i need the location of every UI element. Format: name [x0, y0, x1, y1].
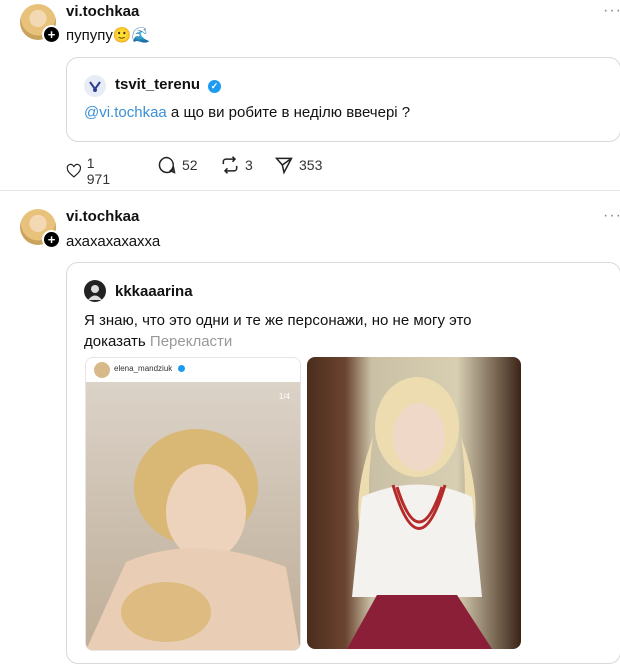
like-count: 1 971 [86, 155, 111, 187]
quoted-text: Я знаю, что это одни и те же персонажи, … [84, 310, 604, 352]
embedded-avatar [94, 362, 110, 378]
quoted-text-body: а що ви робите в неділю ввечері ? [166, 104, 411, 121]
heart-icon [66, 163, 82, 178]
share-button[interactable]: 353 [274, 155, 322, 175]
image-counter: 1/4 [278, 392, 290, 401]
repost-count: 3 [245, 157, 253, 173]
quoted-image-left[interactable]: elena_mandziuk 1/4 [85, 357, 301, 651]
post-text: ахахахахахха [66, 233, 161, 250]
quoted-text-line1: Я знаю, что это одни и те же персонажи, … [84, 312, 472, 329]
follow-plus-icon[interactable]: + [42, 230, 61, 249]
comment-count: 52 [182, 157, 198, 173]
repost-button[interactable]: 3 [220, 155, 253, 175]
quoted-image-right[interactable] [307, 357, 521, 649]
like-button[interactable]: 1 971 [66, 155, 114, 187]
verified-badge-icon: ✓ [208, 80, 221, 93]
avatar[interactable]: + [20, 209, 61, 249]
repost-icon [222, 156, 238, 174]
post-username[interactable]: vi.tochkaa [66, 3, 139, 20]
send-icon [274, 157, 293, 175]
portrait-photo [86, 382, 300, 650]
quoted-username[interactable]: tsvit_terenu [115, 76, 200, 93]
quoted-post[interactable]: tsvit_terenu ✓ @vi.tochkaa а що ви робит… [66, 57, 620, 142]
translate-link[interactable]: Перекласти [150, 333, 232, 350]
embedded-username: elena_mandziuk [114, 364, 173, 373]
post-divider [0, 190, 620, 191]
post-username[interactable]: vi.tochkaa [66, 208, 139, 225]
avatar[interactable]: + [20, 4, 61, 44]
comment-icon [158, 156, 176, 174]
quoted-text: @vi.tochkaa а що ви робите в неділю ввеч… [84, 102, 410, 123]
quoted-avatar[interactable] [84, 280, 106, 302]
comment-button[interactable]: 52 [157, 155, 198, 175]
quoted-post[interactable]: kkkaaarina Я знаю, что это одни и те же … [66, 262, 620, 664]
quoted-text-line2: доказать [84, 333, 146, 350]
more-options-icon[interactable]: ··· [603, 2, 620, 20]
post-text: пупупу🙂🌊 [66, 27, 151, 44]
embedded-header: elena_mandziuk [86, 358, 300, 382]
quoted-avatar[interactable] [84, 75, 106, 97]
follow-plus-icon[interactable]: + [42, 25, 61, 44]
mention-link[interactable]: @vi.tochkaa [84, 104, 167, 121]
verified-badge-icon [178, 365, 185, 372]
share-count: 353 [299, 157, 323, 173]
quoted-username[interactable]: kkkaaarina [115, 283, 193, 300]
more-options-icon[interactable]: ··· [603, 207, 620, 225]
